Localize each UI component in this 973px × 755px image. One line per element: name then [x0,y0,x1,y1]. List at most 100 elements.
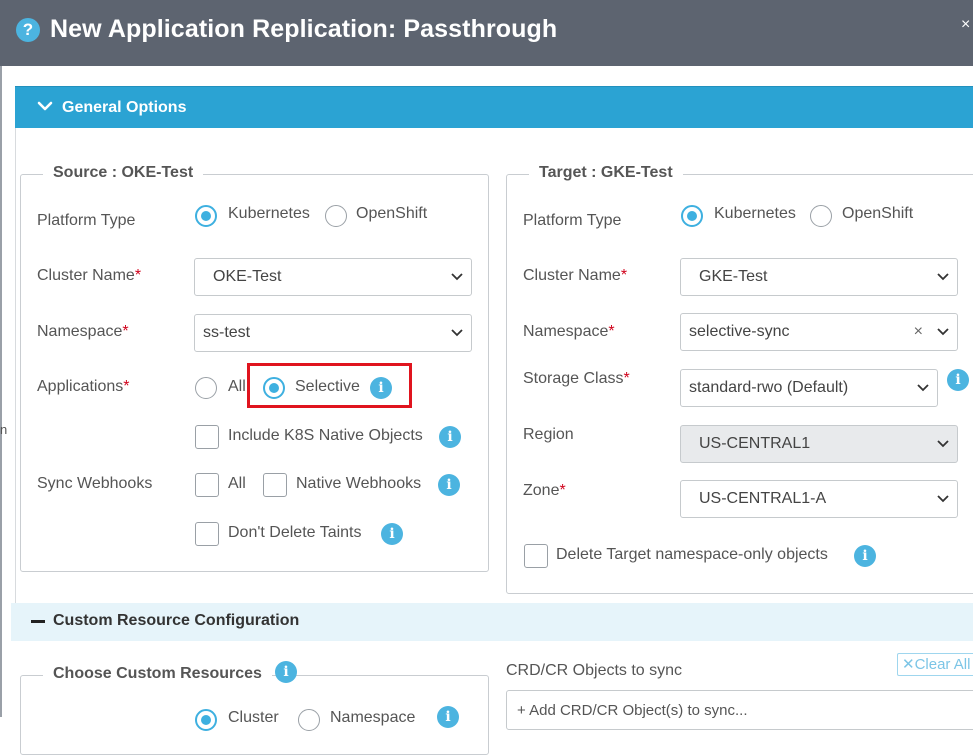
delete-target-only-checkbox[interactable] [524,544,548,568]
scope-namespace-text: Namespace [330,709,416,726]
clear-all-button[interactable]: ✕Clear All [897,653,973,676]
dialog-title: New Application Replication: Passthrough [50,15,558,43]
target-platform-openshift-radio[interactable] [810,205,832,227]
selective-highlight-box [247,363,412,408]
target-cluster-label: Cluster Name* [523,267,627,285]
target-namespace-value: selective-sync [689,323,790,340]
clear-all-label: Clear All [914,656,971,673]
add-crd-input[interactable]: + Add CRD/CR Object(s) to sync... [506,690,973,730]
chevron-down-icon [937,328,949,336]
clear-selection-icon[interactable]: × [914,314,923,350]
target-namespace-label-text: Namespace [523,323,609,340]
target-cluster-label-text: Cluster Name [523,267,621,284]
storage-class-label: Storage Class* [523,370,630,388]
chevron-down-icon [937,495,949,503]
margin-glyph: n [0,422,8,437]
source-platform-kubernetes-text: Kubernetes [228,205,310,222]
region-label: Region [523,426,574,443]
target-cluster-value: GKE-Test [699,268,768,285]
storage-class-select[interactable]: standard-rwo (Default) [680,369,938,407]
source-legend: Source : OKE-Test [43,164,204,182]
help-icon[interactable]: ? [16,18,40,42]
target-namespace-select[interactable]: selective-sync × [680,313,958,351]
source-namespace-select[interactable]: ss-test [194,314,472,352]
required-mark: * [620,267,628,284]
required-mark: * [122,323,129,340]
crd-objects-label: CRD/CR Objects to sync [506,662,683,679]
webhook-native-text: Native Webhooks [296,475,422,492]
target-platform-label: Platform Type [523,212,622,229]
chevron-down-icon [917,384,929,392]
storage-class-label-text: Storage Class [523,370,624,387]
applications-all-text: All [228,378,246,395]
target-namespace-label: Namespace* [523,323,615,341]
storage-class-value: standard-rwo (Default) [689,379,849,396]
source-platform-openshift-radio[interactable] [325,205,347,227]
scope-info-icon[interactable]: i [437,706,459,728]
source-cluster-value: OKE-Test [213,268,282,285]
chevron-down-icon [937,273,949,281]
required-mark: * [623,370,630,387]
required-mark: * [123,378,130,395]
source-platform-openshift-text: OpenShift [356,205,428,222]
source-platform-kubernetes-radio[interactable] [195,205,217,227]
required-mark: * [559,482,566,499]
clear-icon: ✕ [902,656,915,673]
taints-info-icon[interactable]: i [381,523,403,545]
applications-all-radio[interactable] [195,377,217,399]
source-cluster-select[interactable]: OKE-Test [194,258,472,296]
scope-namespace-radio[interactable] [298,709,320,731]
webhook-native-checkbox[interactable] [263,473,287,497]
close-icon[interactable]: × [961,16,970,34]
custom-resources-info-icon[interactable]: i [275,661,297,683]
dialog-left-border [0,66,2,717]
target-legend: Target : GKE-Test [529,164,683,182]
choose-custom-resources-legend: Choose Custom Resources [43,665,272,683]
delete-target-info-icon[interactable]: i [854,545,876,567]
scope-cluster-text: Cluster [228,709,279,726]
storage-class-info-icon[interactable]: i [947,369,969,391]
target-platform-kubernetes-radio[interactable] [681,205,703,227]
chevron-down-icon [451,329,463,337]
general-options-header[interactable]: General Options [15,86,973,128]
include-native-text: Include K8S Native Objects [228,427,423,444]
webhook-all-checkbox[interactable] [195,473,219,497]
source-applications-label: Applications* [37,378,130,396]
zone-value: US-CENTRAL1-A [699,490,827,507]
target-platform-openshift-text: OpenShift [842,205,914,222]
zone-select[interactable]: US-CENTRAL1-A [680,480,958,518]
dialog-titlebar: ? New Application Replication: Passthrou… [0,0,973,66]
source-platform-label: Platform Type [37,212,136,229]
scope-cluster-radio[interactable] [195,709,217,731]
dont-delete-taints-text: Don't Delete Taints [228,524,362,541]
chevron-down-icon [451,273,463,281]
target-platform-kubernetes-text: Kubernetes [714,205,796,222]
delete-target-only-text: Delete Target namespace-only objects [556,546,828,563]
add-crd-placeholder: + Add CRD/CR Object(s) to sync... [517,702,748,719]
sync-webhooks-label: Sync Webhooks [37,475,153,492]
region-value: US-CENTRAL1 [699,435,811,452]
include-native-info-icon[interactable]: i [439,426,461,448]
custom-resource-header[interactable]: Custom Resource Configuration [11,603,973,641]
source-applications-label-text: Applications [37,378,124,395]
source-cluster-label-text: Cluster Name [37,267,135,284]
required-mark: * [608,323,615,340]
zone-label-text: Zone [523,482,560,499]
chevron-down-icon [937,440,949,448]
source-namespace-value: ss-test [203,324,251,341]
required-mark: * [134,267,142,284]
include-native-checkbox[interactable] [195,425,219,449]
webhook-all-text: All [228,475,246,492]
source-namespace-label-text: Namespace [37,323,123,340]
zone-label: Zone* [523,482,566,500]
minus-icon [31,620,45,623]
chevron-down-icon [37,101,53,111]
webhook-info-icon[interactable]: i [438,474,460,496]
region-select: US-CENTRAL1 [680,425,958,463]
custom-resource-label: Custom Resource Configuration [53,612,300,629]
target-cluster-select[interactable]: GKE-Test [680,258,958,296]
general-options-label: General Options [62,99,187,116]
source-namespace-label: Namespace* [37,323,129,341]
source-cluster-label: Cluster Name* [37,267,141,285]
dont-delete-taints-checkbox[interactable] [195,522,219,546]
